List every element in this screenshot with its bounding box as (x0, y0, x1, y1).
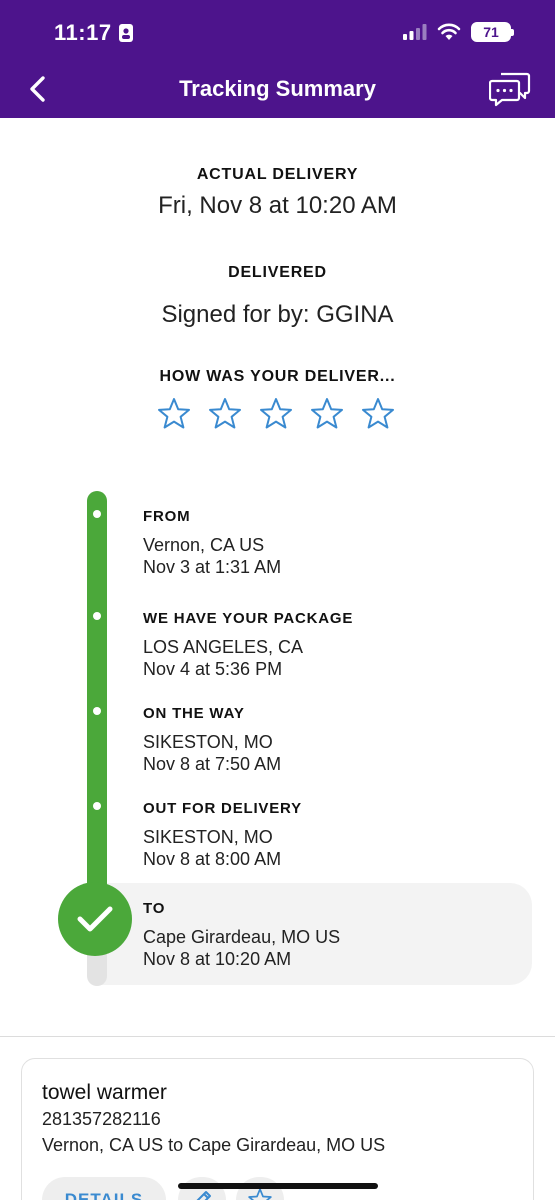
shipment-card[interactable]: towel warmer 281357282116 Vernon, CA US … (21, 1058, 534, 1200)
timeline-stop-from: FROM Vernon, CA US Nov 3 at 1:31 AM (143, 508, 281, 578)
stop-time: Nov 4 at 5:36 PM (143, 659, 283, 679)
shipment-name: towel warmer (42, 1081, 167, 1104)
timeline-stop-on-the-way: ON THE WAY SIKESTON, MO Nov 8 at 7:50 AM (143, 705, 281, 775)
rating-star-1[interactable] (156, 396, 192, 432)
stop-label: OUT FOR DELIVERY (143, 800, 302, 817)
stop-location: Cape Girardeau, MO US (143, 927, 341, 947)
timeline-progress (87, 491, 107, 901)
tracking-number: 281357282116 (42, 1109, 161, 1129)
star-outline-icon (311, 398, 343, 429)
checkmark-icon (77, 906, 113, 932)
stop-time: Nov 8 at 7:50 AM (143, 754, 282, 774)
section-divider (0, 1036, 555, 1037)
stop-time: Nov 8 at 8:00 AM (143, 849, 282, 869)
timeline-dot (93, 802, 101, 810)
shipment-route: Vernon, CA US to Cape Girardeau, MO US (42, 1135, 386, 1155)
rating-prompt: HOW WAS YOUR DELIVER... (159, 368, 396, 385)
battery-level: 71 (483, 24, 499, 40)
stop-location: Vernon, CA US (143, 535, 265, 555)
actual-delivery-date: Fri, Nov 8 at 10:20 AM (158, 192, 397, 219)
details-button[interactable]: DETAILS (42, 1177, 166, 1200)
stop-time: Nov 8 at 10:20 AM (143, 949, 292, 969)
rating-star-2[interactable] (207, 396, 243, 432)
page-title: Tracking Summary (179, 76, 376, 101)
status-time-text: 11:17 (54, 20, 112, 45)
stop-label: WE HAVE YOUR PACKAGE (143, 610, 354, 627)
rating-star-3[interactable] (258, 396, 294, 432)
signed-for-text: Signed for by: GGINA (161, 301, 394, 328)
chat-bubbles-icon (489, 72, 531, 107)
timeline-dot (93, 510, 101, 518)
timeline-stop-to: TO Cape Girardeau, MO US Nov 8 at 10:20 … (143, 900, 340, 970)
star-rating (156, 396, 396, 432)
stop-location: LOS ANGELES, CA (143, 637, 304, 657)
battery-indicator: 71 (471, 22, 514, 42)
chat-button[interactable] (489, 70, 531, 108)
wifi-icon (437, 23, 461, 40)
stop-location: SIKESTON, MO (143, 827, 273, 847)
stop-label: TO (143, 900, 166, 917)
stop-label: FROM (143, 508, 191, 525)
actual-delivery-label: ACTUAL DELIVERY (196, 166, 359, 183)
id-card-icon (118, 24, 133, 42)
star-outline-icon (260, 398, 292, 429)
timeline-dot (93, 612, 101, 620)
rating-star-5[interactable] (360, 396, 396, 432)
signal-icon (403, 24, 427, 40)
status-time: 11:17 (54, 20, 134, 46)
star-outline-icon (209, 398, 241, 429)
timeline-dot (93, 707, 101, 715)
details-button-label: DETAILS (64, 1190, 144, 1200)
delivery-status-label: DELIVERED (228, 264, 327, 281)
timeline-stop-picked-up: WE HAVE YOUR PACKAGE LOS ANGELES, CA Nov… (143, 610, 353, 680)
top-bar: 11:17 71 Tracking Summary (0, 0, 555, 118)
status-icons: 71 (403, 22, 514, 42)
delivered-check-badge (58, 882, 132, 956)
star-outline-icon (158, 398, 190, 429)
stop-time: Nov 3 at 1:31 AM (143, 557, 282, 577)
timeline-stop-out-for-delivery: OUT FOR DELIVERY SIKESTON, MO Nov 8 at 8… (143, 800, 302, 870)
star-outline-icon (362, 398, 394, 429)
home-indicator[interactable] (178, 1183, 378, 1189)
pencil-icon (196, 1191, 211, 1200)
rating-star-4[interactable] (309, 396, 345, 432)
stop-label: ON THE WAY (143, 705, 245, 722)
stop-location: SIKESTON, MO (143, 732, 273, 752)
